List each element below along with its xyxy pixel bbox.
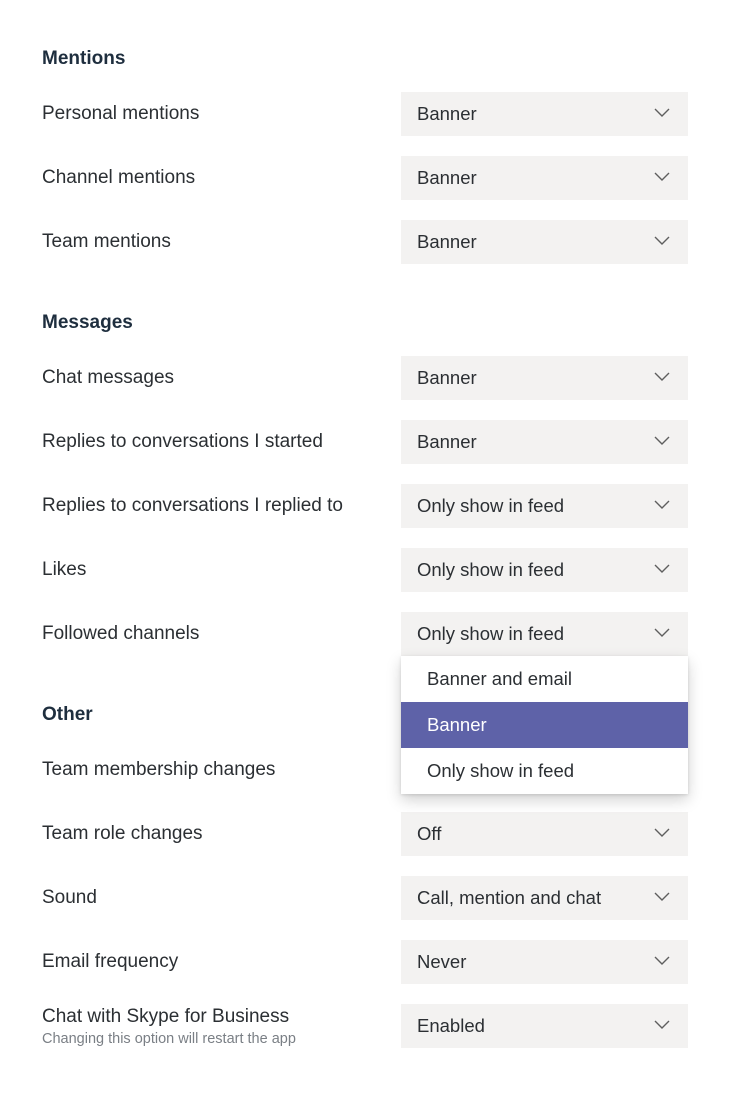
- dropdown-sound[interactable]: Call, mention and chat: [401, 876, 688, 920]
- row-followed-channels: Followed channels Only show in feed Bann…: [42, 612, 688, 656]
- notifications-settings-panel: Mentions Personal mentions Banner Channe…: [0, 0, 730, 1094]
- chevron-down-icon: [652, 230, 672, 255]
- sublabel-chat-with-skype: Changing this option will restart the ap…: [42, 1031, 381, 1047]
- row-sound: Sound Call, mention and chat: [42, 876, 688, 920]
- dropdown-option-banner-and-email[interactable]: Banner and email: [401, 656, 688, 702]
- row-replies-started: Replies to conversations I started Banne…: [42, 420, 688, 464]
- dropdown-team-role-changes[interactable]: Off: [401, 812, 688, 856]
- chevron-down-icon: [652, 622, 672, 647]
- label-replies-started: Replies to conversations I started: [42, 431, 323, 452]
- dropdown-value: Off: [417, 823, 441, 845]
- chevron-down-icon: [652, 558, 672, 583]
- dropdown-value: Only show in feed: [417, 495, 564, 517]
- label-chat-with-skype: Chat with Skype for Business: [42, 1005, 381, 1030]
- dropdown-followed-channels[interactable]: Only show in feed Banner and email Banne…: [401, 612, 688, 656]
- label-channel-mentions: Channel mentions: [42, 167, 195, 188]
- label-personal-mentions: Personal mentions: [42, 103, 199, 124]
- label-sound: Sound: [42, 887, 97, 908]
- chevron-down-icon: [652, 366, 672, 391]
- chevron-down-icon: [652, 886, 672, 911]
- dropdown-value: Banner: [417, 367, 477, 389]
- dropdown-value: Banner: [417, 167, 477, 189]
- chevron-down-icon: [652, 822, 672, 847]
- dropdown-replies-replied[interactable]: Only show in feed: [401, 484, 688, 528]
- row-chat-with-skype: Chat with Skype for Business Changing th…: [42, 1004, 688, 1048]
- dropdown-value: Banner: [417, 231, 477, 253]
- dropdown-value: Banner: [417, 103, 477, 125]
- chevron-down-icon: [652, 166, 672, 191]
- dropdown-menu-followed-channels: Banner and email Banner Only show in fee…: [401, 656, 688, 794]
- chevron-down-icon: [652, 1014, 672, 1039]
- label-team-mentions: Team mentions: [42, 231, 171, 252]
- dropdown-option-only-show-in-feed[interactable]: Only show in feed: [401, 748, 688, 794]
- label-replies-replied: Replies to conversations I replied to: [42, 495, 343, 516]
- chevron-down-icon: [652, 494, 672, 519]
- dropdown-value: Call, mention and chat: [417, 887, 601, 909]
- row-email-frequency: Email frequency Never: [42, 940, 688, 984]
- dropdown-channel-mentions[interactable]: Banner: [401, 156, 688, 200]
- row-replies-replied: Replies to conversations I replied to On…: [42, 484, 688, 528]
- row-team-role-changes: Team role changes Off: [42, 812, 688, 856]
- dropdown-email-frequency[interactable]: Never: [401, 940, 688, 984]
- label-chat-messages: Chat messages: [42, 367, 174, 388]
- dropdown-value: Only show in feed: [417, 623, 564, 645]
- row-team-mentions: Team mentions Banner: [42, 220, 688, 264]
- dropdown-likes[interactable]: Only show in feed: [401, 548, 688, 592]
- dropdown-personal-mentions[interactable]: Banner: [401, 92, 688, 136]
- label-team-membership-changes: Team membership changes: [42, 759, 275, 780]
- chevron-down-icon: [652, 102, 672, 127]
- row-channel-mentions: Channel mentions Banner: [42, 156, 688, 200]
- section-heading-mentions: Mentions: [42, 48, 688, 70]
- dropdown-replies-started[interactable]: Banner: [401, 420, 688, 464]
- dropdown-team-mentions[interactable]: Banner: [401, 220, 688, 264]
- chevron-down-icon: [652, 950, 672, 975]
- chevron-down-icon: [652, 430, 672, 455]
- label-likes: Likes: [42, 559, 86, 580]
- dropdown-chat-messages[interactable]: Banner: [401, 356, 688, 400]
- dropdown-value: Never: [417, 951, 466, 973]
- dropdown-value: Enabled: [417, 1015, 485, 1037]
- dropdown-option-banner[interactable]: Banner: [401, 702, 688, 748]
- dropdown-chat-with-skype[interactable]: Enabled: [401, 1004, 688, 1048]
- dropdown-value: Only show in feed: [417, 559, 564, 581]
- label-email-frequency: Email frequency: [42, 951, 178, 972]
- row-chat-messages: Chat messages Banner: [42, 356, 688, 400]
- label-team-role-changes: Team role changes: [42, 823, 203, 844]
- section-heading-messages: Messages: [42, 312, 688, 334]
- label-followed-channels: Followed channels: [42, 623, 199, 644]
- dropdown-value: Banner: [417, 431, 477, 453]
- row-personal-mentions: Personal mentions Banner: [42, 92, 688, 136]
- row-likes: Likes Only show in feed: [42, 548, 688, 592]
